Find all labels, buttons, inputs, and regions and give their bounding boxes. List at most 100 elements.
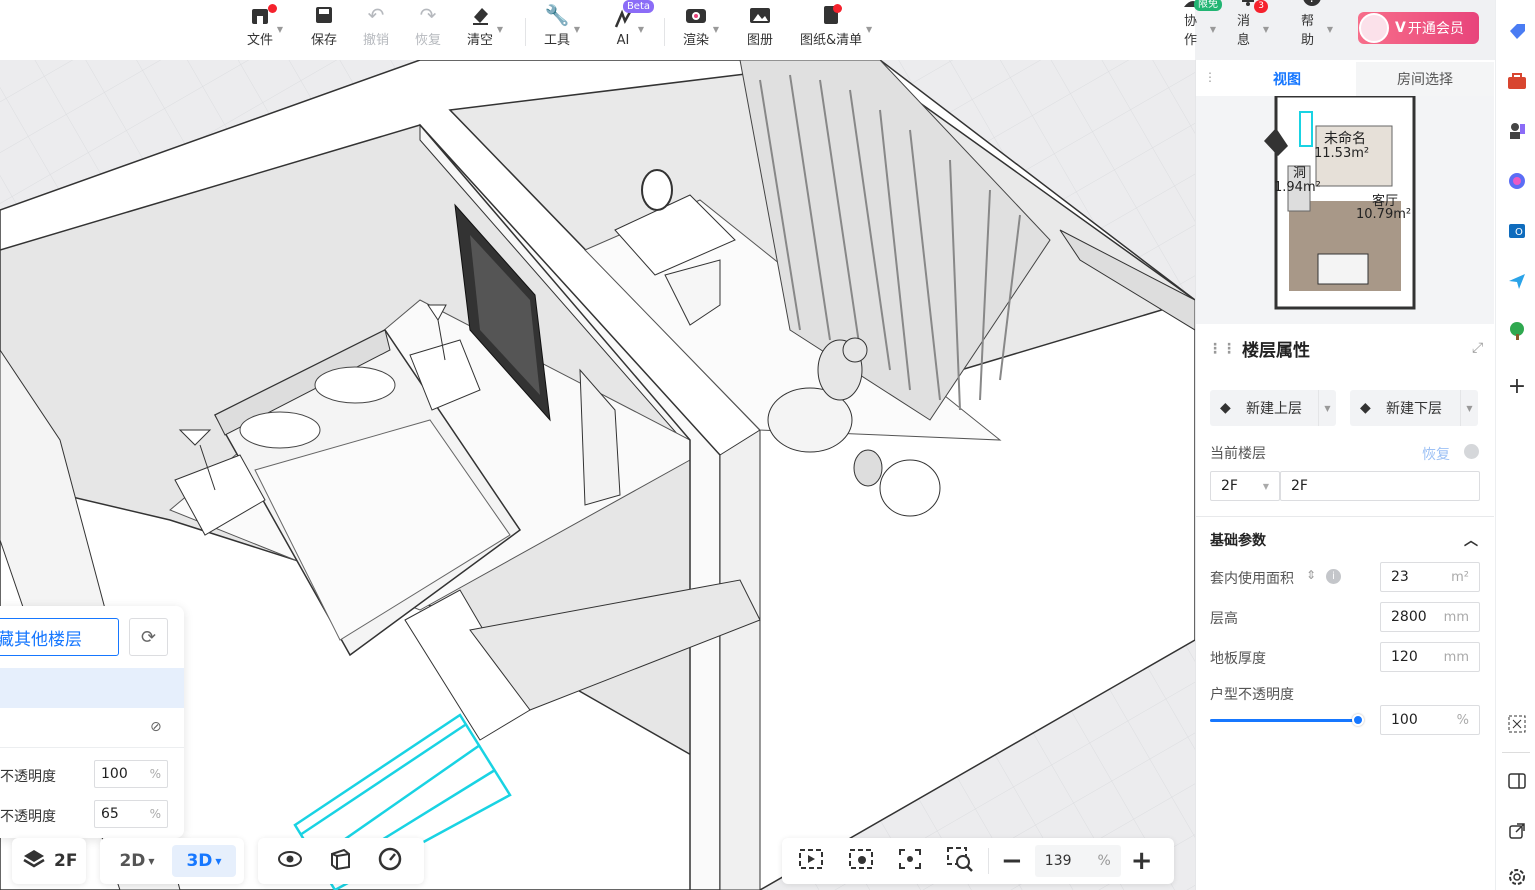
opacity-value: 65 — [101, 806, 119, 822]
opacity-value: 100 — [101, 766, 128, 782]
eye-off-icon[interactable]: ⊘ — [150, 719, 162, 735]
chevron-down-icon: ▼ — [276, 25, 284, 34]
restore-link[interactable]: 恢复 — [1422, 444, 1450, 464]
save-label: 保存 — [311, 33, 338, 48]
camera-fit-icon[interactable] — [798, 848, 824, 874]
floor-row[interactable]: ⊘ — [0, 708, 184, 748]
view-mode-switcher: 2D ▼ 3D ▼ — [100, 838, 244, 884]
send-icon[interactable] — [1506, 270, 1528, 292]
focus-icon[interactable] — [898, 848, 922, 874]
vip-button[interactable]: V 开通会员 — [1358, 12, 1479, 44]
zoom-in-button[interactable]: + — [1131, 848, 1153, 874]
opacity-label: 不透明度 — [0, 769, 56, 785]
clock-icon — [1464, 444, 1479, 459]
opacity-slider[interactable] — [1210, 714, 1364, 728]
chevron-down-icon: ▼ — [496, 25, 504, 34]
top-toolbar: 文件 ▼ 保存 ↶ 撤销 ↷ 恢复 清空 ▼ 🔧 工具 ▼ AI Beta ▼ … — [0, 0, 1479, 60]
tag-icon[interactable] — [1506, 20, 1528, 42]
new-upper-floor-button[interactable]: ◆ 新建上层 ▼ — [1210, 390, 1336, 426]
outlook-icon[interactable]: O — [1506, 220, 1528, 242]
hide-other-floors-label: 藏其他楼层 — [0, 629, 82, 650]
drag-handle-icon[interactable]: ⋮⋮ — [1208, 341, 1236, 357]
external-link-icon[interactable] — [1506, 820, 1528, 842]
unit-label: % — [149, 767, 161, 781]
mode-3d-button[interactable]: 3D ▼ — [172, 845, 236, 877]
camera-zoom-bar: − 139 % + — [782, 838, 1174, 884]
opacity-label: 不透明度 — [0, 809, 56, 825]
undo-button[interactable]: ↶ 撤销 — [363, 3, 390, 56]
height-input[interactable]: 2800 mm — [1380, 602, 1480, 632]
view-tabs: 视图 房间选择 — [1218, 62, 1494, 96]
opacity-input[interactable]: 65 % — [94, 800, 168, 828]
chevron-down-icon[interactable]: ▼ — [1460, 390, 1478, 426]
clear-button[interactable]: 清空 ▼ — [467, 4, 503, 56]
slab-value: 120 — [1391, 649, 1418, 665]
layers-add-icon: ◆ — [1360, 400, 1371, 416]
zoom-out-button[interactable]: − — [1001, 848, 1023, 874]
chevron-down-icon: ▼ — [1326, 25, 1333, 34]
basic-params-header[interactable]: 基础参数 ︿ — [1196, 516, 1494, 562]
floor-switcher[interactable]: 2F — [12, 838, 86, 884]
zoom-value: 139 — [1044, 853, 1072, 869]
tree-icon[interactable] — [1506, 320, 1528, 342]
save-button[interactable]: 保存 — [311, 4, 337, 56]
unit-label: mm — [1443, 649, 1469, 665]
floorplan-minimap[interactable]: 未命名 11.53m² 洞 1.94m² 客厅 10.79m² — [1196, 96, 1494, 324]
zoom-region-icon[interactable] — [946, 846, 974, 876]
sort-icon: ⇕ — [1306, 568, 1317, 582]
eraser-icon — [469, 4, 491, 26]
cube-icon[interactable] — [328, 847, 352, 875]
file-label: 文件 — [247, 33, 274, 48]
help-button[interactable]: ? 帮助 ▼ — [1301, 0, 1333, 56]
tab-room-select[interactable]: 房间选择 — [1356, 62, 1494, 96]
zoom-input[interactable]: 139 % — [1034, 845, 1121, 877]
opacity-input[interactable]: 100 % — [1380, 705, 1480, 735]
room-label: 未命名 — [1324, 131, 1366, 147]
drawings-button[interactable]: 图纸&清单 ▼ — [800, 4, 872, 56]
new-lower-floor-button[interactable]: ◆ 新建下层 ▼ — [1350, 390, 1478, 426]
toolbox-icon[interactable] — [1506, 70, 1528, 92]
file-button[interactable]: 文件 ▼ — [247, 4, 283, 56]
add-icon[interactable]: + — [1506, 374, 1528, 399]
redo-button[interactable]: ↷ 恢复 — [415, 3, 441, 56]
chess-icon[interactable] — [1506, 120, 1528, 142]
floor-select[interactable]: 2F ▼ — [1210, 471, 1280, 501]
chevron-down-icon[interactable]: ▼ — [1318, 390, 1336, 426]
info-icon[interactable]: i — [1326, 569, 1341, 584]
eye-icon[interactable] — [278, 849, 302, 873]
undo-label: 撤销 — [363, 33, 390, 48]
selected-floor-row[interactable] — [0, 668, 184, 708]
opacity-input[interactable]: 100 % — [94, 760, 168, 788]
collab-label: 协作 — [1184, 14, 1198, 48]
ai-label: AI — [616, 33, 630, 48]
album-label: 图册 — [747, 33, 774, 48]
slab-label: 地板厚度 — [1210, 651, 1266, 667]
view-tools-bar — [258, 838, 424, 884]
gauge-icon[interactable] — [378, 847, 402, 875]
svg-text:O: O — [1515, 227, 1523, 238]
album-button[interactable]: 图册 — [747, 4, 773, 56]
camera-icon — [685, 4, 707, 26]
floor-name-input[interactable]: 2F — [1280, 471, 1480, 501]
inner-area-input[interactable]: 23 m² — [1380, 562, 1480, 592]
slab-input[interactable]: 120 mm — [1380, 642, 1480, 672]
ai-button[interactable]: AI Beta ▼ — [612, 0, 654, 56]
tab-view[interactable]: 视图 — [1218, 62, 1356, 96]
opacity-label: 户型不透明度 — [1210, 687, 1294, 703]
slider-handle[interactable] — [1352, 714, 1364, 726]
tools-button[interactable]: 🔧 工具 ▼ — [544, 3, 580, 56]
messages-button[interactable]: 消息 3 ▼ — [1237, 0, 1269, 56]
mode-2d-button[interactable]: 2D ▼ — [108, 845, 166, 877]
sidebar-toggle-icon[interactable] — [1506, 770, 1528, 792]
expand-icon[interactable]: ⤢ — [1472, 340, 1483, 356]
refresh-button[interactable]: ⟳ — [129, 618, 168, 656]
copilot-icon[interactable] — [1506, 170, 1528, 192]
screenshot-icon[interactable] — [1506, 713, 1528, 735]
render-button[interactable]: 渲染 ▼ — [683, 4, 719, 56]
gear-icon[interactable] — [1506, 866, 1528, 888]
mode-2d-label: 2D — [119, 851, 146, 871]
current-floor-label: 2F — [54, 851, 78, 871]
collab-button[interactable]: 协作 限免 ▼ — [1184, 0, 1222, 56]
hide-other-floors-dropdown[interactable]: 藏其他楼层 — [0, 618, 119, 656]
camera-settings-icon[interactable] — [848, 848, 874, 874]
